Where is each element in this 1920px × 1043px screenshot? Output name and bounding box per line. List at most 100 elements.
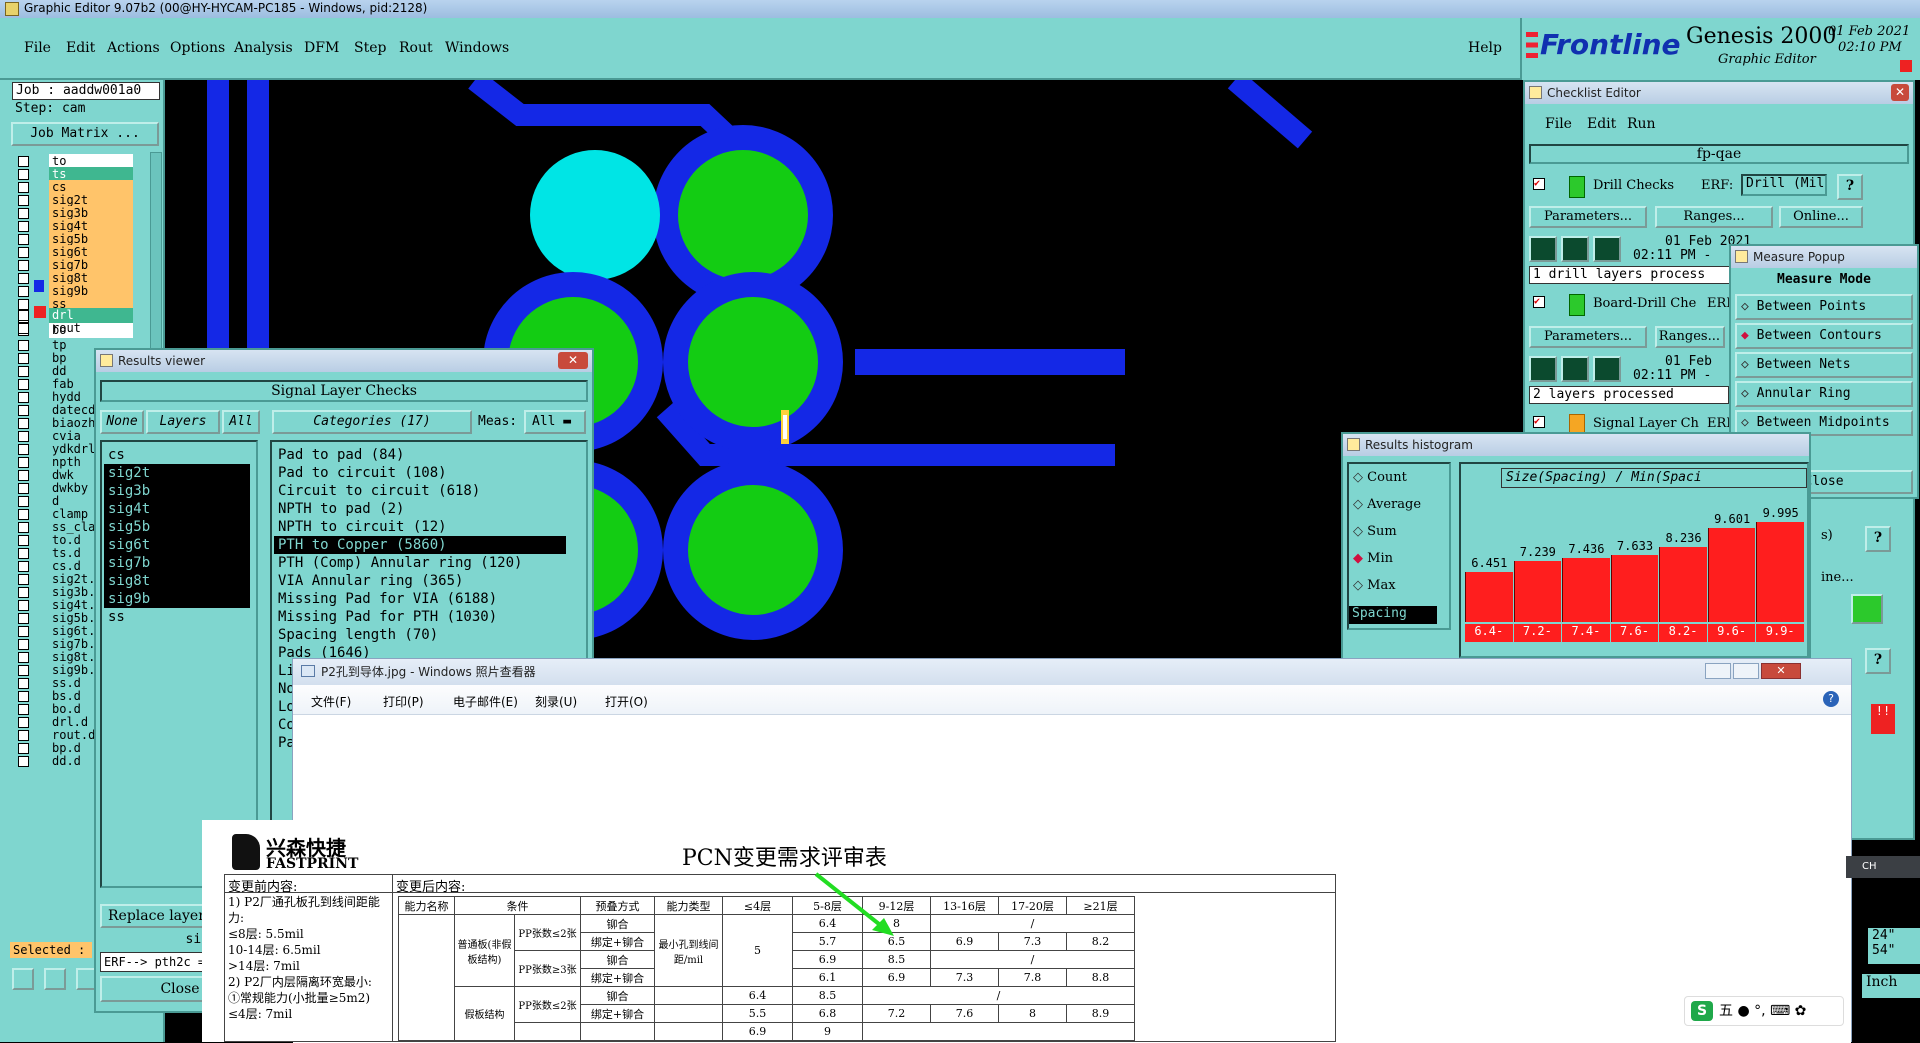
layer-checkbox[interactable] (18, 548, 29, 559)
layer-checkbox[interactable] (18, 691, 29, 702)
layer-checkbox[interactable] (18, 626, 29, 637)
layer-checkbox[interactable] (18, 234, 29, 245)
layer-checkbox[interactable] (18, 392, 29, 403)
category-list-item[interactable]: NPTH to pad (2) (274, 500, 566, 518)
close-icon[interactable]: ✕ (1891, 84, 1909, 101)
layer-checkbox[interactable] (18, 665, 29, 676)
histogram-bar[interactable] (1610, 555, 1659, 622)
measure-mode-option[interactable]: ◆ Between Contours (1735, 323, 1913, 349)
layer-checkbox[interactable] (18, 743, 29, 754)
layer-list-item[interactable]: cs (104, 446, 250, 464)
histogram-bar[interactable] (1465, 572, 1513, 622)
tool-icon-1[interactable] (12, 968, 34, 990)
layer-checkbox[interactable] (18, 587, 29, 598)
ranges-button-2[interactable]: Ranges... (1655, 326, 1725, 348)
layer-checkbox[interactable] (18, 340, 29, 351)
layer-list-item[interactable]: sig4t (104, 500, 250, 518)
layer-checkbox[interactable] (18, 509, 29, 520)
menu-options[interactable]: Options (170, 40, 225, 56)
layer-checkbox[interactable] (18, 561, 29, 572)
layer-checkbox[interactable] (18, 310, 29, 321)
photo-menu-print[interactable]: 打印(P) (383, 693, 424, 710)
run-icon-6[interactable] (1593, 356, 1621, 382)
ime-bar[interactable]: CH (1846, 856, 1920, 878)
layer-checkbox[interactable] (18, 418, 29, 429)
layer-list-item[interactable]: sig8t (104, 572, 250, 590)
layer-checkbox[interactable] (18, 182, 29, 193)
checklist-menu-edit[interactable]: Edit (1587, 116, 1616, 132)
inch-frag[interactable]: Inch (1862, 974, 1920, 998)
menu-step[interactable]: Step (354, 40, 386, 56)
layer-checkbox[interactable] (18, 169, 29, 180)
layer-checkbox[interactable] (18, 457, 29, 468)
layer-checkbox[interactable] (18, 652, 29, 663)
category-list-item[interactable]: Spacing length (70) (274, 626, 566, 644)
ime-tray[interactable]: S 五 ● °, ⌨ ✿ (1684, 996, 1844, 1026)
all-button[interactable]: All (222, 410, 260, 434)
photo-menu-email[interactable]: 电子邮件(E) (453, 693, 518, 710)
minimize-icon[interactable] (1705, 663, 1731, 679)
category-list-item[interactable]: Circuit to circuit (618) (274, 482, 566, 500)
layer-checkbox[interactable] (18, 260, 29, 271)
layer-checkbox[interactable] (18, 704, 29, 715)
menu-dfm[interactable]: DFM (304, 40, 339, 56)
tool-icon-2[interactable] (44, 968, 66, 990)
run-icon-1[interactable] (1529, 236, 1557, 262)
histogram-option[interactable]: ◇ Sum (1353, 524, 1397, 539)
layer-list-item[interactable]: ss (104, 608, 250, 626)
layer-checkbox[interactable] (18, 496, 29, 507)
layer-checkbox[interactable] (18, 535, 29, 546)
layer-list-item[interactable]: sig3b (104, 482, 250, 500)
histogram-bar[interactable] (1756, 522, 1804, 622)
menu-edit[interactable]: Edit (66, 40, 95, 56)
layer-checkbox[interactable] (18, 431, 29, 442)
close-icon[interactable]: ✕ (1761, 663, 1801, 679)
run-icon-4[interactable] (1529, 356, 1557, 382)
layer-checkbox[interactable] (18, 483, 29, 494)
params-button-2[interactable]: Parameters... (1529, 326, 1647, 348)
none-button[interactable]: None (100, 410, 144, 434)
help-button-2[interactable]: ? (1865, 526, 1891, 552)
measure-mode-option[interactable]: ◇ Between Points (1735, 294, 1913, 320)
run-icon-2[interactable] (1561, 236, 1589, 262)
layer-checkbox[interactable] (18, 156, 29, 167)
layer-checkbox[interactable] (18, 323, 29, 334)
job-matrix-button[interactable]: Job Matrix ... (11, 122, 159, 146)
check2-checkbox[interactable]: ✔ (1533, 296, 1545, 308)
measure-mode-option[interactable]: ◇ Annular Ring (1735, 381, 1913, 407)
layer-checkbox[interactable] (18, 678, 29, 689)
zoom-icon[interactable] (1851, 594, 1883, 624)
layer-checkbox[interactable] (18, 639, 29, 650)
menu-windows[interactable]: Windows (445, 40, 509, 56)
layer-checkbox[interactable] (18, 286, 29, 297)
layer-checkbox[interactable] (18, 756, 29, 767)
check1-checkbox[interactable]: ✔ (1533, 178, 1545, 190)
checklist-menu-file[interactable]: File (1545, 116, 1572, 132)
layer-checkbox[interactable] (18, 613, 29, 624)
menu-analysis[interactable]: Analysis (234, 40, 293, 56)
photo-menu-burn[interactable]: 刻录(U) (535, 693, 577, 710)
photo-menu-open[interactable]: 打开(O) (605, 693, 648, 710)
layer-checkbox[interactable] (18, 366, 29, 377)
layer-checkbox[interactable] (18, 247, 29, 258)
category-list-item[interactable]: PTH to Copper (5860) (274, 536, 566, 554)
histogram-bar[interactable] (1513, 561, 1562, 622)
menu-rout[interactable]: Rout (399, 40, 433, 56)
category-list-item[interactable]: PTH (Comp) Annular ring (120) (274, 554, 566, 572)
menu-file[interactable]: File (24, 40, 51, 56)
ranges-button-1[interactable]: Ranges... (1655, 206, 1773, 228)
layer-checkbox[interactable] (18, 353, 29, 364)
erf-field[interactable]: Drill (Mil (1741, 174, 1827, 196)
layer-checkbox[interactable] (18, 470, 29, 481)
category-list-item[interactable]: Missing Pad for PTH (1030) (274, 608, 566, 626)
menu-help[interactable]: Help (1468, 40, 1502, 56)
histogram-bar[interactable] (1562, 558, 1610, 622)
checklist-menu-run[interactable]: Run (1627, 116, 1656, 132)
close-icon[interactable]: ✕ (558, 352, 588, 369)
alert-icon[interactable]: !! (1871, 704, 1895, 734)
category-list-item[interactable]: Pad to pad (84) (274, 446, 566, 464)
online-button[interactable]: Online... (1779, 206, 1863, 228)
measure-mode-option[interactable]: ◇ Between Nets (1735, 352, 1913, 378)
params-button-1[interactable]: Parameters... (1529, 206, 1647, 228)
layer-checkbox[interactable] (18, 522, 29, 533)
